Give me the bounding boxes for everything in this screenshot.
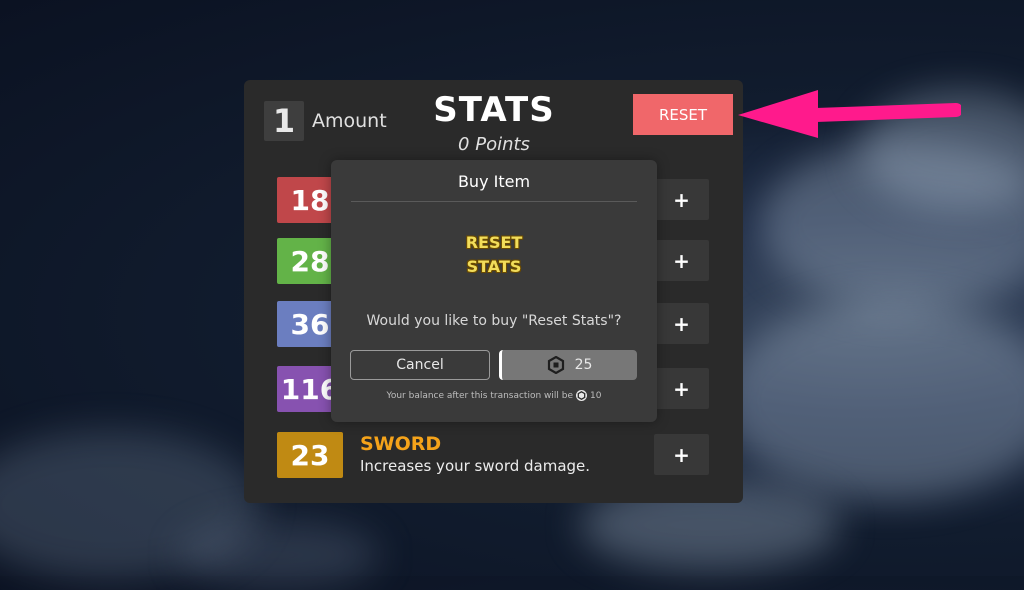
pink-arrow-icon: [738, 90, 961, 138]
stats-title: STATS: [433, 90, 555, 130]
buy-item-dialog: Buy Item RESET STATS Would you like to b…: [331, 160, 657, 422]
price-label: 25: [574, 357, 593, 373]
balance-note: Your balance after this transaction will…: [331, 390, 657, 401]
add-stat-button[interactable]: +: [654, 240, 709, 281]
purchase-prompt: Would you like to buy "Reset Stats"?: [366, 313, 622, 329]
item-image-line: STATS: [466, 257, 522, 276]
robux-icon: [576, 390, 588, 401]
robux-icon: [547, 356, 565, 374]
balance-value: 10: [590, 390, 602, 401]
add-stat-button[interactable]: +: [654, 179, 709, 220]
cancel-button[interactable]: Cancel: [350, 350, 490, 380]
points-text: 0 Points: [458, 134, 530, 155]
amount-input[interactable]: 1: [264, 101, 304, 141]
stat-row-sword: 23 SWORD Increases your sword damage. +: [277, 432, 711, 478]
add-stat-button[interactable]: +: [654, 368, 709, 409]
item-image: RESET STATS: [444, 231, 544, 279]
add-stat-button[interactable]: +: [654, 434, 709, 475]
amount-label: Amount: [312, 110, 387, 132]
balance-text: Your balance after this transaction will…: [386, 390, 574, 401]
dialog-title: Buy Item: [457, 172, 531, 191]
buy-button[interactable]: 25: [499, 350, 637, 380]
stat-value: 23: [277, 432, 343, 478]
stat-name: SWORD: [360, 433, 442, 455]
add-stat-button[interactable]: +: [654, 303, 709, 344]
reset-button[interactable]: RESET: [633, 94, 733, 135]
stat-description: Increases your sword damage.: [360, 457, 591, 475]
item-image-line: RESET: [465, 233, 523, 252]
divider: [351, 201, 637, 202]
